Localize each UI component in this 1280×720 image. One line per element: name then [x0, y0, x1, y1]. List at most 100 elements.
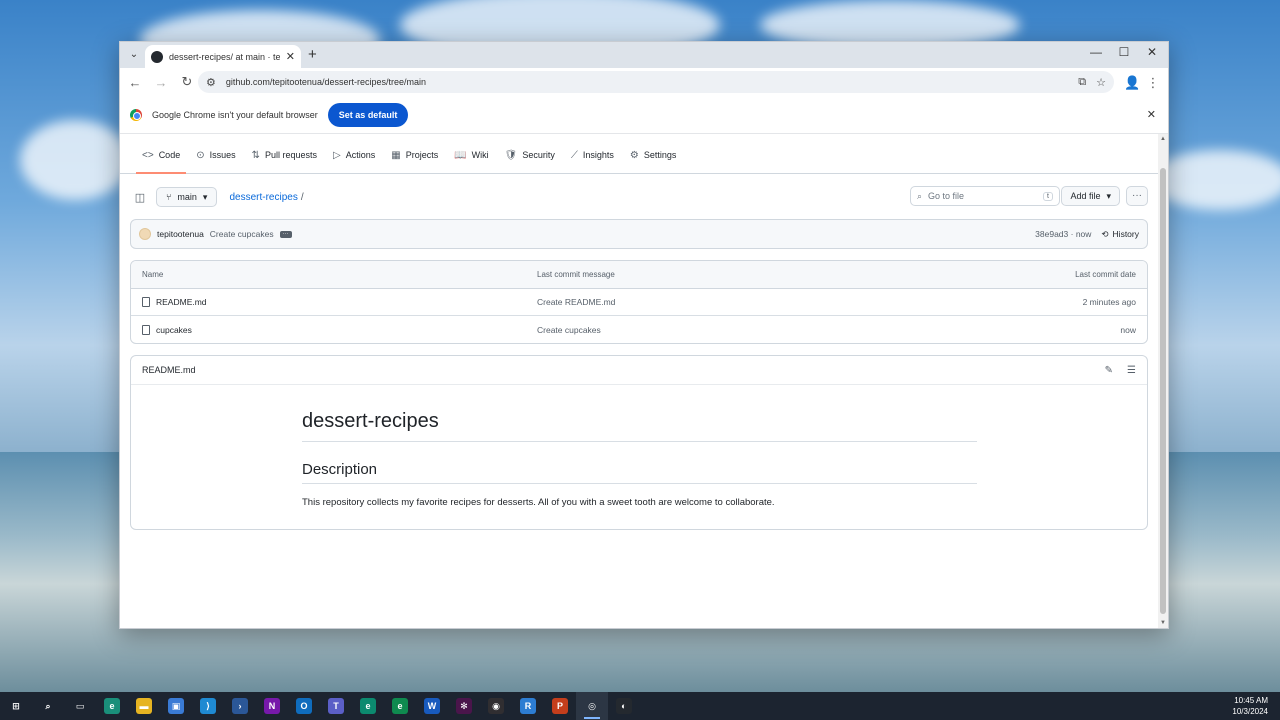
breadcrumb-repo[interactable]: dessert-recipes: [229, 192, 297, 203]
bookmark-star-icon[interactable]: ☆: [1096, 76, 1106, 89]
taskbar-teams[interactable]: T: [320, 692, 352, 720]
word-icon: W: [424, 698, 440, 714]
close-window-button[interactable]: ✕: [1142, 45, 1162, 59]
more-options-button[interactable]: ···: [1126, 186, 1148, 206]
github-icon: [151, 50, 163, 63]
install-app-icon[interactable]: ⧉: [1078, 76, 1086, 89]
tab-search-button[interactable]: ⌄: [126, 47, 142, 63]
branch-selector[interactable]: ⑂ main ▾: [156, 187, 218, 207]
task-view-icon: ▭: [72, 698, 88, 714]
breadcrumb-separator: /: [300, 191, 304, 203]
taskbar-outlook[interactable]: O: [288, 692, 320, 720]
reload-icon[interactable]: ↻: [180, 74, 194, 90]
taskbar-edge-beta[interactable]: e: [352, 692, 384, 720]
start-icon: ⊞: [8, 698, 24, 714]
file-name[interactable]: cupcakes: [156, 325, 192, 335]
taskbar-file-explorer[interactable]: ▬: [128, 692, 160, 720]
taskbar-word[interactable]: W: [416, 692, 448, 720]
taskbar-obs[interactable]: ◉: [480, 692, 512, 720]
menu-kebab-icon[interactable]: ⋮: [1146, 75, 1160, 91]
taskbar-onenote[interactable]: N: [256, 692, 288, 720]
minimize-button[interactable]: —: [1086, 45, 1106, 59]
taskbar-edge[interactable]: e: [96, 692, 128, 720]
taskbar-store[interactable]: ▣: [160, 692, 192, 720]
table-row[interactable]: README.md Create README.md 2 minutes ago: [131, 289, 1147, 316]
scroll-down-icon[interactable]: ▼: [1158, 620, 1168, 626]
site-info-icon[interactable]: ⚙: [206, 76, 216, 89]
tab-security[interactable]: 🛡 Security: [497, 137, 563, 173]
taskbar-task-view[interactable]: ▭: [64, 692, 96, 720]
taskbar-slack[interactable]: ✻: [448, 692, 480, 720]
file-name[interactable]: README.md: [156, 297, 207, 307]
tab-projects[interactable]: ▦ Projects: [383, 137, 446, 173]
scroll-thumb[interactable]: [1160, 168, 1166, 614]
file-icon: [142, 297, 150, 307]
file-commit-date: 2 minutes ago: [1082, 297, 1136, 307]
commit-message[interactable]: Create cupcakes: [210, 229, 274, 239]
pull-requests-icon: ⇅: [251, 149, 260, 161]
outlook-icon: O: [296, 698, 312, 714]
tab-pull-requests[interactable]: ⇅ Pull requests: [244, 137, 325, 173]
commit-details-toggle[interactable]: ···: [279, 230, 292, 238]
remote-icon: R: [520, 698, 536, 714]
obs-icon: ◉: [488, 698, 504, 714]
set-as-default-button[interactable]: Set as default: [327, 102, 409, 127]
tab-label: Issues: [209, 150, 236, 160]
maximize-button[interactable]: ☐: [1114, 45, 1134, 59]
url-text[interactable]: github.com/tepitootenua/dessert-recipes/…: [226, 77, 1068, 87]
add-file-button[interactable]: Add file ▾: [1061, 186, 1120, 206]
commit-sha[interactable]: 38e9ad3 · now: [1035, 229, 1091, 239]
github-desktop-icon: ◐: [616, 698, 632, 714]
browser-toolbar: ← → ↻ ⚙ github.com/tepitootenua/dessert-…: [120, 68, 1168, 96]
system-clock[interactable]: 10:45 AM 10/3/2024: [1232, 695, 1268, 717]
store-icon: ▣: [168, 698, 184, 714]
infobar-close-icon[interactable]: ✕: [1147, 108, 1156, 121]
go-to-file-input[interactable]: ⌕ Go to file t: [910, 186, 1060, 206]
taskbar-powerpoint[interactable]: P: [544, 692, 576, 720]
readme-paragraph: This repository collects my favorite rec…: [302, 497, 775, 508]
tab-close-icon[interactable]: ✕: [286, 50, 295, 63]
tab-actions[interactable]: ▷ Actions: [325, 137, 383, 173]
readme-title: README.md: [142, 365, 196, 375]
file-commit-message[interactable]: Create README.md: [537, 297, 947, 307]
taskbar-start[interactable]: ⊞: [0, 692, 32, 720]
clock-date: 10/3/2024: [1232, 707, 1268, 716]
caret-down-icon: ▾: [202, 191, 208, 202]
taskbar-vscode[interactable]: ⟩: [192, 692, 224, 720]
table-row[interactable]: cupcakes Create cupcakes now: [131, 316, 1147, 343]
taskbar-powershell[interactable]: ›: [224, 692, 256, 720]
page-scrollbar[interactable]: ▲ ▼: [1158, 134, 1168, 628]
taskbar-edge-dev[interactable]: e: [384, 692, 416, 720]
new-tab-button[interactable]: +: [308, 46, 317, 63]
back-icon[interactable]: ←: [128, 75, 142, 90]
tab-label: Security: [522, 150, 555, 160]
address-bar[interactable]: ⚙ github.com/tepitootenua/dessert-recipe…: [198, 71, 1114, 93]
taskbar-remote[interactable]: R: [512, 692, 544, 720]
tab-issues[interactable]: ⊙ Issues: [188, 137, 243, 173]
history-button[interactable]: ⟲ History: [1101, 229, 1139, 240]
tab-insights[interactable]: ⟋ Insights: [563, 137, 622, 173]
outline-list-icon[interactable]: ☰: [1127, 365, 1136, 376]
taskbar-github-desktop[interactable]: ◐: [608, 692, 640, 720]
edit-pencil-icon[interactable]: ✎: [1105, 365, 1113, 376]
caret-down-icon: ▾: [1106, 190, 1111, 201]
repo-nav: <> Code ⊙ Issues ⇅ Pull requests ▷ Actions ▦ Proj…: [120, 134, 1158, 174]
scroll-up-icon[interactable]: ▲: [1158, 136, 1168, 142]
edge-dev-icon: e: [392, 698, 408, 714]
taskbar-search[interactable]: ⌕: [32, 692, 64, 720]
avatar[interactable]: [139, 228, 151, 240]
tab-strip: ⌄ dessert-recipes/ at main · tepit... ✕ …: [120, 42, 1168, 68]
code-icon: <>: [142, 149, 154, 161]
tab-label: Settings: [643, 150, 677, 160]
profile-icon[interactable]: 👤: [1124, 75, 1140, 91]
browser-tab[interactable]: dessert-recipes/ at main · tepit... ✕: [145, 45, 301, 68]
taskbar-chrome[interactable]: ◎: [576, 692, 608, 720]
commit-author[interactable]: tepitootenua: [157, 229, 204, 239]
file-commit-message[interactable]: Create cupcakes: [537, 325, 947, 335]
tab-wiki[interactable]: 📖 Wiki: [446, 137, 496, 173]
tab-settings[interactable]: ⚙ Settings: [622, 137, 685, 173]
tab-code[interactable]: <> Code: [134, 137, 188, 174]
taskbar: ⊞ ⌕ ▭ e ▬ ▣ ⟩ › N O Te e W ✻ ◉ R P ◎ ◐ 10:45 AM 10/3/2024: [0, 692, 1280, 720]
side-panel-toggle-icon[interactable]: ◫: [130, 187, 150, 207]
forward-icon[interactable]: →: [154, 75, 168, 90]
